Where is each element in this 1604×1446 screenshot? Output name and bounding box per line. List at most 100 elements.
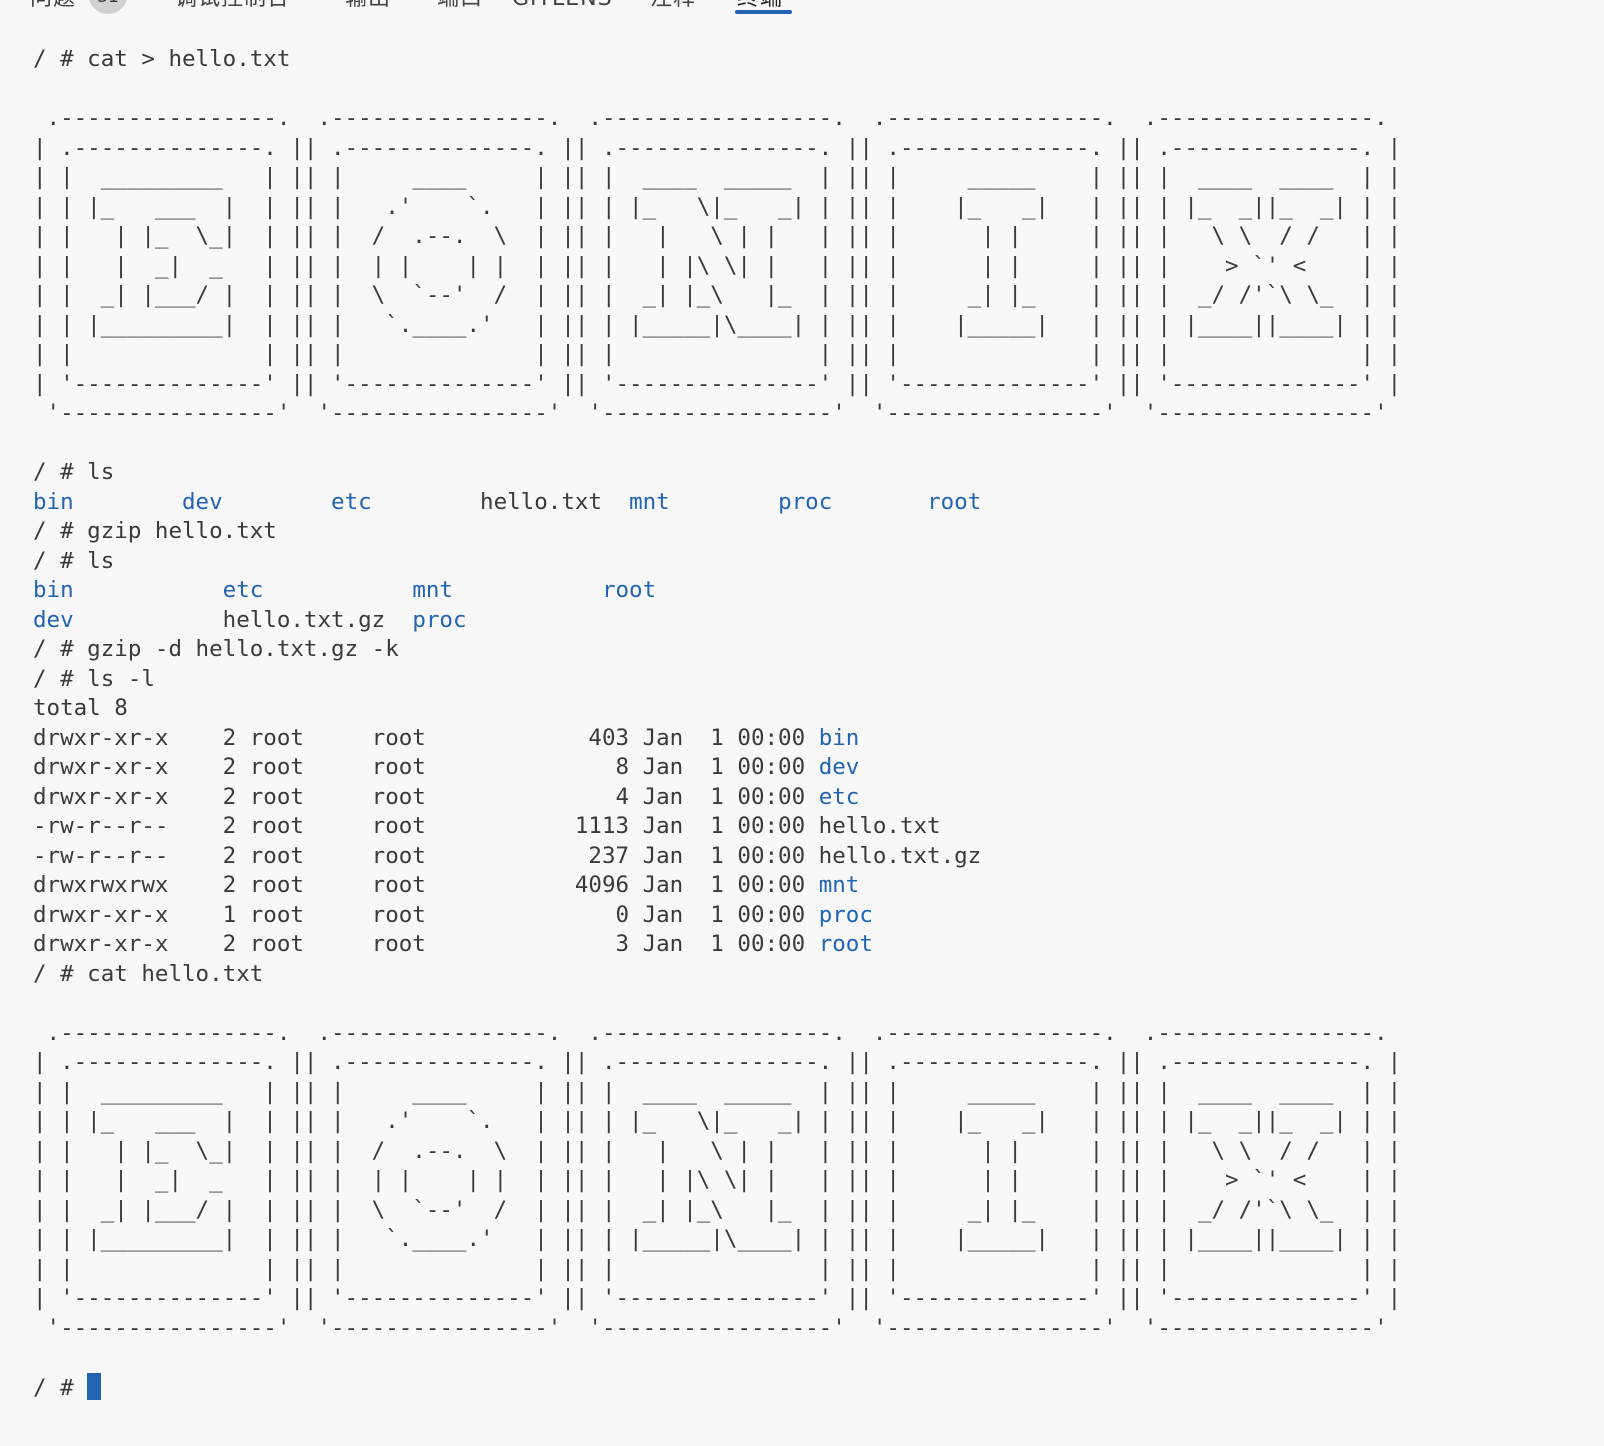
terminal-text: .----------------. .----------------. .-… — [33, 1020, 1401, 1046]
problems-count-badge: 31 — [88, 0, 128, 14]
terminal-text: / # cat > hello.txt — [33, 46, 290, 72]
terminal-line: | | | _| _ | || | | | | | | || | | |\ \|… — [33, 1166, 1604, 1196]
terminal-text: -rw-r--r-- 2 root root 1113 Jan 1 00:00 … — [33, 813, 941, 839]
terminal-output[interactable]: / # cat > hello.txt .----------------. .… — [0, 16, 1604, 1446]
terminal-line: total 8 — [33, 694, 1604, 724]
terminal-line: '----------------' '----------------' '-… — [33, 1314, 1604, 1344]
terminal-text — [263, 577, 412, 603]
terminal-line: / # ls -l — [33, 665, 1604, 695]
terminal-text: | | _| |___/ | | || | \ `--' / | || | _|… — [33, 282, 1401, 308]
terminal-line: | | | || | | || | | || | | || | | | — [33, 1255, 1604, 1285]
terminal-text: root — [927, 489, 981, 515]
terminal-line: / # ls — [33, 547, 1604, 577]
terminal-text: dev — [819, 754, 860, 780]
terminal-text: proc — [778, 489, 832, 515]
terminal-text: bin — [819, 725, 860, 751]
terminal-text: hello.txt.gz — [223, 607, 413, 633]
terminal-line — [33, 1343, 1604, 1373]
terminal-line: -rw-r--r-- 2 root root 1113 Jan 1 00:00 … — [33, 812, 1604, 842]
tab-problems[interactable]: 问题 — [30, 0, 76, 10]
terminal-line: .----------------. .----------------. .-… — [33, 104, 1604, 134]
tab-gitlens[interactable]: GITLENS — [512, 0, 613, 10]
terminal-text: drwxrwxrwx 2 root root 4096 Jan 1 00:00 — [33, 872, 819, 898]
tab-output[interactable]: 输出 — [345, 0, 391, 10]
terminal-text: mnt — [819, 872, 860, 898]
terminal-text: hello.txt — [480, 489, 629, 515]
terminal-text: drwxr-xr-x 2 root root 8 Jan 1 00:00 — [33, 754, 819, 780]
terminal-line: | .--------------. || .--------------. |… — [33, 1048, 1604, 1078]
terminal-text: '----------------' '----------------' '-… — [33, 1315, 1401, 1341]
terminal-line: / # ls — [33, 458, 1604, 488]
terminal-line: | | | _| _ | || | | | | | | || | | |\ \|… — [33, 252, 1604, 282]
terminal-line: / # cat > hello.txt — [33, 45, 1604, 75]
terminal-text: etc — [331, 489, 372, 515]
active-tab-indicator — [735, 10, 792, 14]
terminal-text: proc — [819, 902, 873, 928]
terminal-line: | | _________ | || | ____ | || | ____ __… — [33, 1078, 1604, 1108]
terminal-line: drwxrwxrwx 2 root root 4096 Jan 1 00:00 … — [33, 871, 1604, 901]
terminal-text: bin — [33, 489, 74, 515]
terminal-line: / # — [33, 1373, 1604, 1403]
terminal-line: drwxr-xr-x 2 root root 3 Jan 1 00:00 roo… — [33, 930, 1604, 960]
terminal-line: / # cat hello.txt — [33, 960, 1604, 990]
terminal-text: .----------------. .----------------. .-… — [33, 105, 1401, 131]
terminal-line: | | |_ ___ | | || | .' `. | || | |_ \|_ … — [33, 193, 1604, 223]
terminal-line: bin dev etc hello.txt mnt proc root — [33, 488, 1604, 518]
terminal-text: | | _________ | || | ____ | || | ____ __… — [33, 1079, 1401, 1105]
terminal-line: | | | |_ \_| | || | / .--. \ | || | | \ … — [33, 1137, 1604, 1167]
terminal-line: drwxr-xr-x 2 root root 8 Jan 1 00:00 dev — [33, 753, 1604, 783]
terminal-text: | .--------------. || .--------------. |… — [33, 1049, 1401, 1075]
terminal-line: / # gzip hello.txt — [33, 517, 1604, 547]
terminal-text: | .--------------. || .--------------. |… — [33, 135, 1401, 161]
terminal-text — [453, 577, 602, 603]
terminal-text: bin — [33, 577, 74, 603]
terminal-line: | '--------------' || '--------------' |… — [33, 370, 1604, 400]
terminal-text — [74, 577, 223, 603]
terminal-text: | | | || | | || | | || | | || | | | — [33, 341, 1401, 367]
terminal-text: / # ls — [33, 548, 114, 574]
terminal-text: | | | _| _ | || | | | | | | || | | |\ \|… — [33, 1167, 1401, 1193]
terminal-line: '----------------' '----------------' '-… — [33, 399, 1604, 429]
terminal-text: | | | || | | || | | || | | || | | | — [33, 1256, 1401, 1282]
terminal-text: / # gzip -d hello.txt.gz -k — [33, 636, 399, 662]
terminal-text: root — [819, 931, 873, 957]
terminal-line: -rw-r--r-- 2 root root 237 Jan 1 00:00 h… — [33, 842, 1604, 872]
tab-debug-console[interactable]: 调试控制台 — [175, 0, 290, 10]
terminal-line: | | _________ | || | ____ | || | ____ __… — [33, 163, 1604, 193]
terminal-line: drwxr-xr-x 2 root root 403 Jan 1 00:00 b… — [33, 724, 1604, 754]
panel-tab-bar: 问题 31 调试控制台 输出 端口 GITLENS 注释 终端 — [0, 0, 1604, 16]
terminal-line: dev hello.txt.gz proc — [33, 606, 1604, 636]
terminal-line: | '--------------' || '--------------' |… — [33, 1284, 1604, 1314]
terminal-text: root — [602, 577, 656, 603]
terminal-line: | | _| |___/ | | || | \ `--' / | || | _|… — [33, 281, 1604, 311]
terminal-line — [33, 989, 1604, 1019]
terminal-text: / # ls -l — [33, 666, 155, 692]
terminal-text: drwxr-xr-x 1 root root 0 Jan 1 00:00 — [33, 902, 819, 928]
terminal-text: / # — [33, 1375, 87, 1401]
terminal-line: drwxr-xr-x 2 root root 4 Jan 1 00:00 etc — [33, 783, 1604, 813]
terminal-line: | | |_________| | || | `.____.' | || | |… — [33, 1225, 1604, 1255]
tab-comments[interactable]: 注释 — [650, 0, 696, 10]
terminal-text: proc — [412, 607, 466, 633]
terminal-text: | | _________ | || | ____ | || | ____ __… — [33, 164, 1401, 190]
terminal-text: / # gzip hello.txt — [33, 518, 277, 544]
terminal-text: dev — [33, 607, 74, 633]
terminal-text — [223, 489, 331, 515]
terminal-line — [33, 429, 1604, 459]
terminal-text: mnt — [412, 577, 453, 603]
terminal-text — [832, 489, 927, 515]
terminal-text — [74, 607, 223, 633]
tab-terminal[interactable]: 终端 — [737, 0, 783, 10]
terminal-text: / # ls — [33, 459, 114, 485]
terminal-text: etc — [819, 784, 860, 810]
terminal-text: -rw-r--r-- 2 root root 237 Jan 1 00:00 h… — [33, 843, 981, 869]
tab-ports[interactable]: 端口 — [437, 0, 483, 10]
terminal-text: | '--------------' || '--------------' |… — [33, 371, 1401, 397]
terminal-text: mnt — [629, 489, 670, 515]
terminal-line: | | | || | | || | | || | | || | | | — [33, 340, 1604, 370]
terminal-text: | | _| |___/ | | || | \ `--' / | || | _|… — [33, 1197, 1401, 1223]
terminal-text — [74, 489, 182, 515]
terminal-text: | | |_________| | || | `.____.' | || | |… — [33, 312, 1401, 338]
terminal-line: | | |_________| | || | `.____.' | || | |… — [33, 311, 1604, 341]
terminal-text — [670, 489, 778, 515]
